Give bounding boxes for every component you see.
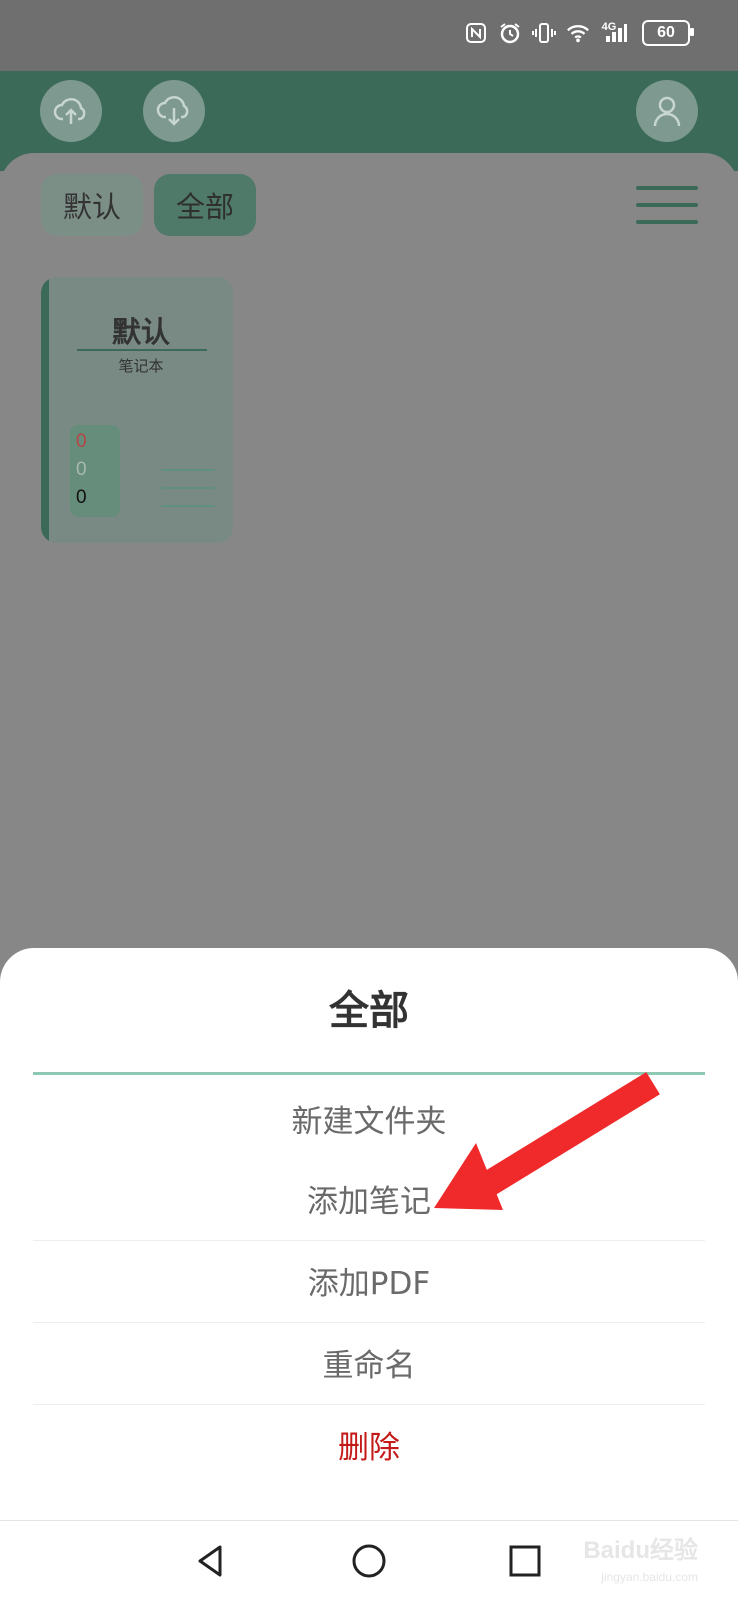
tab-default[interactable]: 默认 — [41, 174, 143, 236]
home-icon — [352, 1544, 386, 1578]
count-value: 0 — [76, 487, 87, 508]
cloud-upload-icon — [53, 98, 86, 124]
sheet-title: 全部 — [329, 988, 409, 1034]
count-value: 0 — [76, 459, 87, 480]
menu-line — [636, 186, 698, 190]
status-icons: 4G 60 — [464, 20, 694, 46]
notebook-title: 默认 — [111, 315, 170, 349]
notebook-line — [161, 505, 215, 507]
cloud-download-icon — [156, 96, 189, 126]
user-icon — [653, 96, 681, 127]
status-bar: 4G 60 — [0, 0, 738, 71]
notebook-line — [161, 469, 215, 471]
vibrate-icon — [532, 21, 556, 45]
add-note-option[interactable]: 添加笔记 — [33, 1158, 705, 1238]
watermark-sub: jingyan.baidu.com — [601, 1570, 698, 1584]
count-value: 0 — [76, 431, 87, 452]
watermark: Baidu经验 — [583, 1537, 698, 1564]
back-button[interactable] — [190, 1541, 230, 1581]
nfc-icon — [464, 21, 488, 45]
sheet-title-rule — [33, 1072, 705, 1075]
delete-option[interactable]: 删除 — [33, 1404, 705, 1484]
menu-line — [636, 220, 698, 224]
tab-all[interactable]: 全部 — [154, 174, 256, 236]
add-pdf-option[interactable]: 添加PDF — [33, 1240, 705, 1320]
signal-icon: 4G — [600, 21, 632, 45]
rename-option[interactable]: 重命名 — [33, 1322, 705, 1402]
notebook-card[interactable]: 默认 笔记本 0 0 0 — [41, 277, 233, 543]
cloud-download-button[interactable] — [143, 80, 205, 142]
recents-button[interactable] — [505, 1541, 545, 1581]
recents-icon — [509, 1545, 541, 1577]
new-folder-option[interactable]: 新建文件夹 — [33, 1078, 705, 1158]
action-sheet: 全部 新建文件夹 添加笔记 添加PDF 重命名 删除 — [0, 948, 738, 1520]
notebook-title-rule — [77, 349, 207, 351]
menu-icon[interactable] — [636, 184, 698, 226]
notebook-counts: 0 0 0 — [70, 425, 120, 517]
notebook-spine — [41, 277, 49, 543]
cloud-upload-button[interactable] — [40, 80, 102, 142]
menu-line — [636, 203, 698, 207]
notebook-subtitle: 笔记本 — [118, 357, 164, 375]
alarm-icon — [498, 21, 522, 45]
home-button[interactable] — [349, 1541, 389, 1581]
profile-button[interactable] — [636, 80, 698, 142]
notebook-line — [161, 487, 215, 489]
back-icon — [198, 1545, 222, 1577]
wifi-icon — [566, 21, 590, 45]
battery-level: 60 — [657, 24, 675, 41]
battery-icon: 60 — [642, 20, 694, 46]
network-label: 4G — [601, 21, 617, 33]
